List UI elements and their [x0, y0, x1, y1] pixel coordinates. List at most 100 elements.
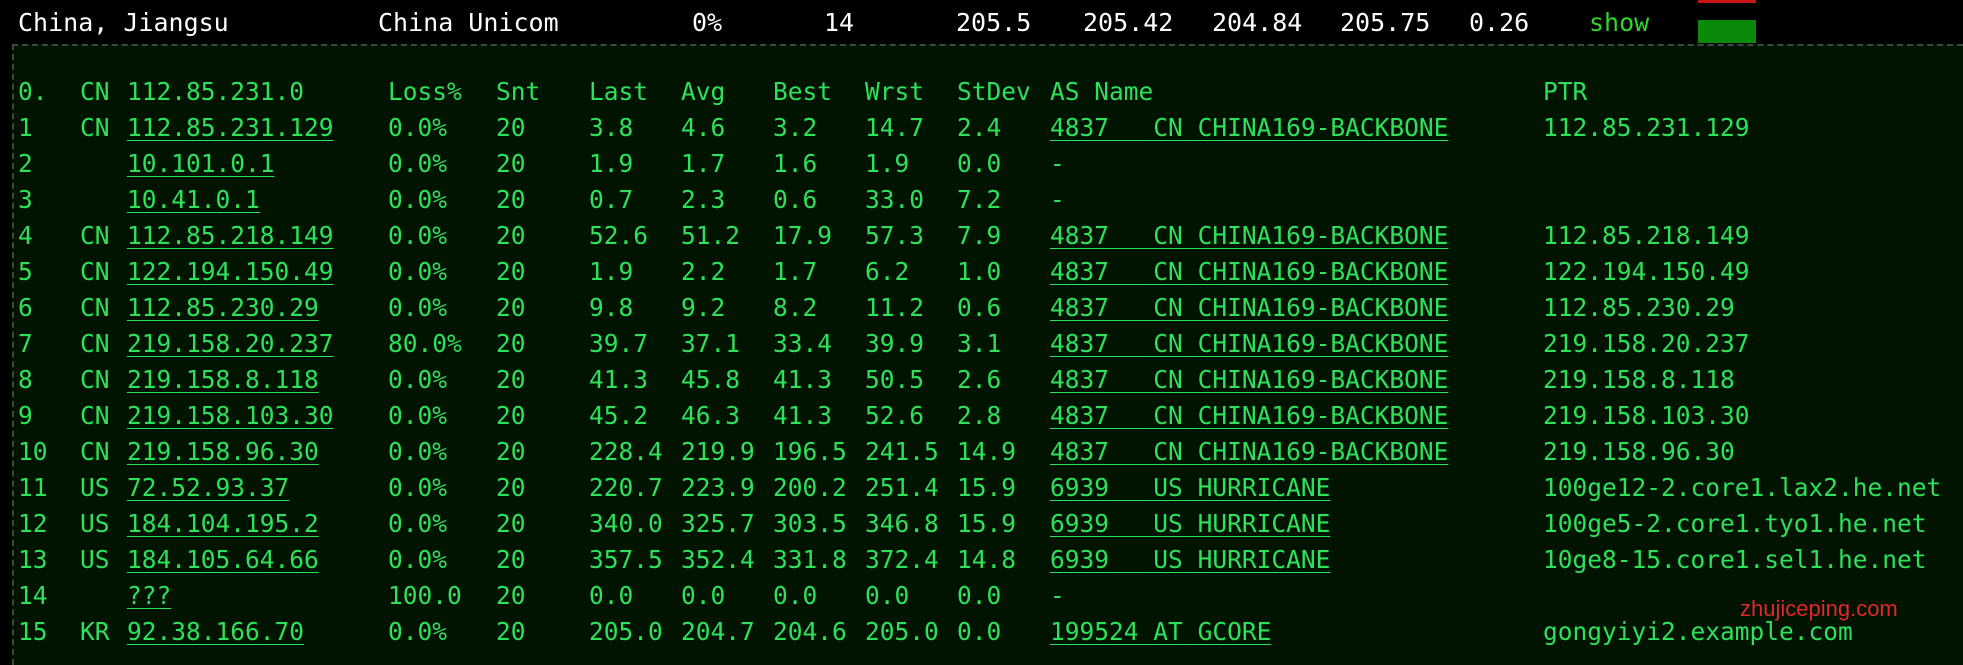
hop-asn: 6939 [1050, 545, 1110, 574]
hop-sent: 20 [496, 437, 526, 466]
hop-loss: 80.0% [388, 329, 462, 358]
hop-ip-link[interactable]: 219.158.96.30 [127, 434, 319, 470]
hop-as-link[interactable]: 4837 CN CHINA169-BACKBONE [1050, 218, 1448, 254]
hop-avg: 223.9 [681, 473, 755, 502]
hop-avg: 51.2 [681, 221, 741, 250]
hop-stdev: 0.0 [957, 149, 1002, 178]
hop-ip-link[interactable]: 219.158.8.118 [127, 362, 319, 398]
hop-ip-link[interactable]: 10.41.0.1 [127, 182, 260, 218]
hop-best: 41.3 [773, 365, 833, 394]
hop-ptr: 100ge12-2.core1.lax2.he.net [1543, 473, 1942, 502]
hop-country: CN [80, 293, 110, 322]
hop-asn: 4837 [1050, 365, 1110, 394]
hop-as-link[interactable]: 4837 CN CHINA169-BACKBONE [1050, 434, 1448, 470]
hop-as-country: US [1153, 545, 1183, 574]
hop-as-link[interactable]: 199524 AT GCORE [1050, 614, 1271, 650]
hop-stdev: 3.1 [957, 329, 1002, 358]
summary-best: 204.84 [1212, 8, 1303, 37]
hop-loss: 0.0% [388, 221, 448, 250]
summary-sent: 14 [824, 8, 855, 37]
hop-asn: - [1050, 581, 1065, 610]
summary-avg: 205.42 [1083, 8, 1174, 37]
hop-asn: 4837 [1050, 113, 1110, 142]
hop-best: 0.0 [773, 581, 818, 610]
hop-last: 45.2 [589, 401, 649, 430]
hop-stdev: 14.8 [957, 545, 1017, 574]
hop-as-link[interactable]: 4837 CN CHINA169-BACKBONE [1050, 290, 1448, 326]
hop-asn: 4837 [1050, 401, 1110, 430]
flag-icon [1698, 0, 1756, 44]
hop-last: 340.0 [589, 509, 663, 538]
header-snt: Snt [496, 77, 541, 106]
hop-last: 205.0 [589, 617, 663, 646]
hop-as-link[interactable]: 4837 CN CHINA169-BACKBONE [1050, 362, 1448, 398]
hop-ip-link[interactable]: 122.194.150.49 [127, 254, 334, 290]
hop-number: 9 [18, 401, 33, 430]
hop-number: 15 [18, 617, 48, 646]
table-row: 2 10.101.0.1 0.0% 20 1.9 1.7 1.6 1.9 0.0 - [0, 146, 1963, 182]
hop-as-link[interactable]: 4837 CN CHINA169-BACKBONE [1050, 326, 1448, 362]
hop-ip-link[interactable]: 112.85.230.29 [127, 290, 319, 326]
hop-avg: 9.2 [681, 293, 726, 322]
hop-ip-link[interactable]: 92.38.166.70 [127, 614, 304, 650]
hop-asn: 4837 [1050, 329, 1110, 358]
hop-as-name: GCORE [1197, 617, 1272, 646]
hop-avg: 204.7 [681, 617, 755, 646]
hop-sent: 20 [496, 293, 526, 322]
hop-best: 33.4 [773, 329, 833, 358]
hop-ip-link[interactable]: 10.101.0.1 [127, 146, 275, 182]
hop-best: 200.2 [773, 473, 847, 502]
hop-as-country: CN [1153, 293, 1183, 322]
hop-as-link[interactable]: 4837 CN CHINA169-BACKBONE [1050, 254, 1448, 290]
hop-avg: 37.1 [681, 329, 741, 358]
hop-as-country: CN [1153, 365, 1183, 394]
hop-worst: 372.4 [865, 545, 939, 574]
hop-asn: 4837 [1050, 257, 1110, 286]
hop-ip-link[interactable]: 219.158.20.237 [127, 326, 334, 362]
hop-country: CN [80, 365, 110, 394]
hop-loss: 0.0% [388, 185, 448, 214]
hop-asn: 6939 [1050, 473, 1110, 502]
hop-sent: 20 [496, 509, 526, 538]
show-link[interactable]: show [1589, 8, 1649, 37]
hop-as-link[interactable]: 6939 US HURRICANE [1050, 542, 1330, 578]
hop-as-link[interactable]: 6939 US HURRICANE [1050, 470, 1330, 506]
hop-avg: 45.8 [681, 365, 741, 394]
hop-ptr: 100ge5-2.core1.tyo1.he.net [1543, 509, 1927, 538]
hop-worst: 14.7 [865, 113, 925, 142]
hop-as-link[interactable]: 4837 CN CHINA169-BACKBONE [1050, 110, 1448, 146]
table-row: 15 KR 92.38.166.70 0.0% 20 205.0 204.7 204.6 205… [0, 614, 1963, 650]
hop-last: 220.7 [589, 473, 663, 502]
hop-ptr: 112.85.230.29 [1543, 293, 1735, 322]
hop-last: 9.8 [589, 293, 634, 322]
table-row: 3 10.41.0.1 0.0% 20 0.7 2.3 0.6 33.0 7.2 - [0, 182, 1963, 218]
hop-worst: 6.2 [865, 257, 910, 286]
hop-stdev: 1.0 [957, 257, 1002, 286]
hop-ip-link[interactable]: 184.105.64.66 [127, 542, 319, 578]
hop-loss: 0.0% [388, 617, 448, 646]
hop-last: 3.8 [589, 113, 634, 142]
hop-as-link[interactable]: 6939 US HURRICANE [1050, 506, 1330, 542]
hop-ip-link[interactable]: ??? [127, 578, 171, 614]
hop-sent: 20 [496, 221, 526, 250]
hop-as-name: HURRICANE [1197, 545, 1331, 574]
hop-as-name: HURRICANE [1197, 509, 1331, 538]
hop-ip-link[interactable]: 112.85.218.149 [127, 218, 334, 254]
hop-best: 303.5 [773, 509, 847, 538]
hop-ptr: 219.158.103.30 [1543, 401, 1750, 430]
hop-ip-link[interactable]: 184.104.195.2 [127, 506, 319, 542]
hop-ip-link[interactable]: 72.52.93.37 [127, 470, 289, 506]
hop-number: 8 [18, 365, 33, 394]
hop-as-link[interactable]: 4837 CN CHINA169-BACKBONE [1050, 398, 1448, 434]
hop-worst: 251.4 [865, 473, 939, 502]
hop-number: 2 [18, 149, 33, 178]
hop-country: CN [80, 401, 110, 430]
hop-ip-link[interactable]: 112.85.231.129 [127, 110, 334, 146]
hop-ip-link[interactable]: 219.158.103.30 [127, 398, 334, 434]
